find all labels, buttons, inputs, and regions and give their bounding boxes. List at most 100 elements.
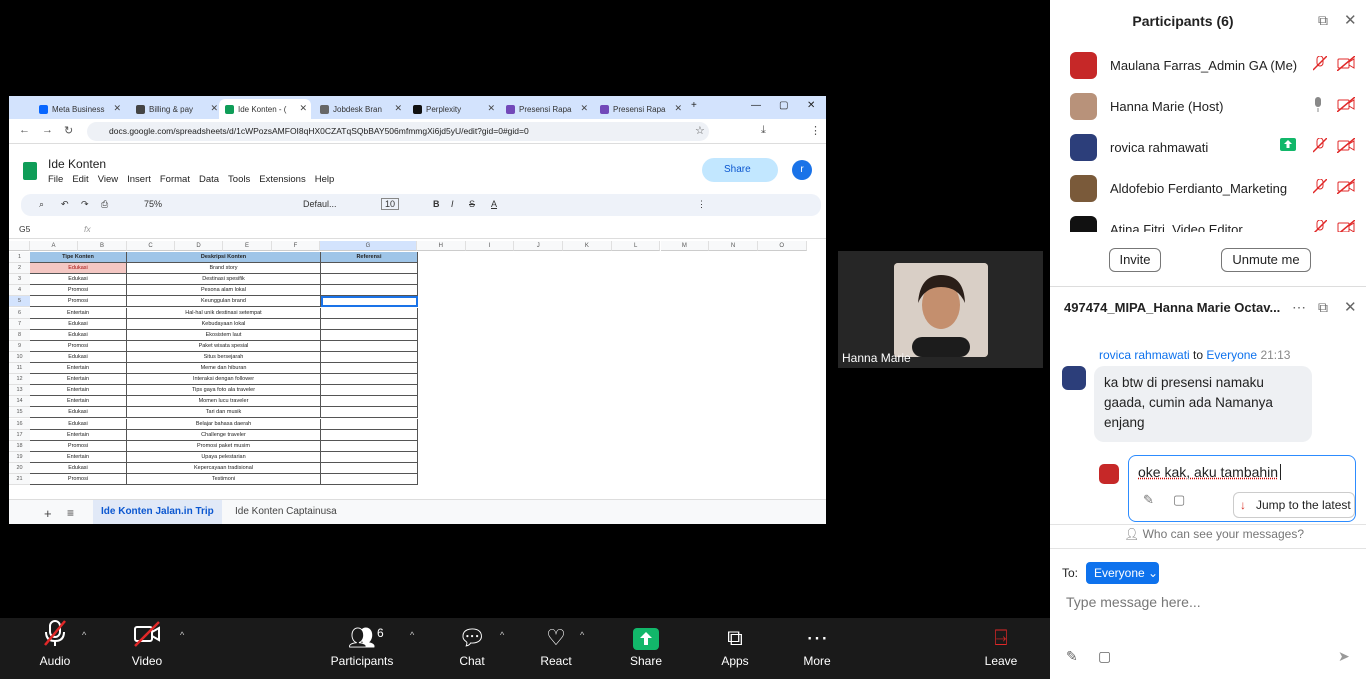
- referensi-cell[interactable]: [321, 407, 418, 419]
- reload-icon[interactable]: ↻: [64, 124, 73, 137]
- browser-tab[interactable]: Billing & pay ✕: [130, 99, 222, 119]
- account-avatar[interactable]: r: [792, 160, 812, 180]
- search-icon[interactable]: ⌕: [39, 199, 44, 210]
- video-button[interactable]: Video: [112, 618, 182, 679]
- attach-file-icon[interactable]: ▢: [1098, 648, 1111, 665]
- row-header[interactable]: 3: [9, 274, 30, 286]
- deskripsi-cell[interactable]: Meme dan hiburan: [127, 363, 321, 374]
- close-tab-icon[interactable]: ✕: [113, 103, 121, 114]
- row-header[interactable]: 14: [9, 396, 30, 408]
- referensi-cell[interactable]: [321, 462, 418, 474]
- deskripsi-cell[interactable]: Pesona alam lokal: [127, 285, 321, 297]
- close-tab-icon[interactable]: ✕: [580, 103, 588, 114]
- referensi-cell[interactable]: [321, 340, 418, 352]
- close-tab-icon[interactable]: ✕: [394, 103, 402, 114]
- who-can-see-link[interactable]: 👤︎ Who can see your messages?: [1124, 527, 1304, 541]
- all-sheets-icon[interactable]: ≡: [67, 506, 74, 520]
- row-header[interactable]: 6: [9, 307, 30, 319]
- name-box[interactable]: G5: [19, 224, 30, 234]
- tipe-cell[interactable]: Edukasi: [30, 351, 127, 363]
- row-header[interactable]: 17: [9, 429, 30, 441]
- unmute-me-button[interactable]: Unmute me: [1221, 248, 1311, 272]
- menu-tools[interactable]: Tools: [228, 174, 250, 185]
- share-button[interactable]: Share: [702, 158, 778, 182]
- minimize-icon[interactable]: —: [751, 100, 761, 111]
- deskripsi-cell[interactable]: Tari dan musik: [127, 407, 321, 419]
- referensi-cell[interactable]: [321, 318, 418, 330]
- send-icon[interactable]: ➤: [1338, 648, 1350, 665]
- deskripsi-cell[interactable]: Testimoni: [127, 474, 321, 485]
- deskripsi-cell[interactable]: Upaya pelestarian: [127, 451, 321, 463]
- column-header[interactable]: D: [175, 241, 223, 251]
- column-header[interactable]: A: [30, 241, 78, 251]
- deskripsi-cell[interactable]: Tips gaya foto ala traveler: [127, 385, 321, 397]
- tipe-cell[interactable]: Edukasi: [30, 318, 127, 330]
- referensi-cell[interactable]: [321, 451, 418, 463]
- chat-more-icon[interactable]: ⋯: [1292, 299, 1306, 316]
- row-header[interactable]: 5: [9, 296, 30, 308]
- file-icon[interactable]: ▢: [1173, 492, 1185, 508]
- browser-tab[interactable]: Perplexity ✕: [407, 99, 499, 119]
- react-button[interactable]: ♡ React: [521, 618, 591, 679]
- tipe-cell[interactable]: Edukasi: [30, 407, 127, 419]
- menu-extensions[interactable]: Extensions: [259, 174, 305, 185]
- referensi-cell[interactable]: [321, 440, 418, 452]
- row-header[interactable]: 13: [9, 385, 30, 397]
- row-header[interactable]: 18: [9, 440, 30, 452]
- close-tab-icon[interactable]: ✕: [674, 103, 682, 114]
- close-tab-icon[interactable]: ✕: [487, 103, 495, 114]
- url-field[interactable]: docs.google.com/spreadsheets/d/1cWPozsAM…: [87, 122, 709, 141]
- column-header[interactable]: K: [563, 241, 612, 251]
- tipe-cell[interactable]: Entertain: [30, 396, 127, 408]
- font-size-field[interactable]: 10: [381, 198, 400, 210]
- redo-icon[interactable]: ↷: [81, 199, 89, 210]
- jump-to-latest-button[interactable]: ↓ Jump to the latest: [1233, 492, 1355, 518]
- tipe-cell[interactable]: Promosi: [30, 474, 127, 485]
- row-header[interactable]: 9: [9, 340, 30, 352]
- column-header[interactable]: O: [757, 241, 807, 251]
- header-cell[interactable]: Tipe Konten: [30, 252, 127, 263]
- select-all-corner[interactable]: [9, 241, 30, 251]
- deskripsi-cell[interactable]: Promosi paket musim: [127, 440, 321, 452]
- tipe-cell[interactable]: Entertain: [30, 363, 127, 374]
- italic-icon[interactable]: I: [451, 199, 454, 209]
- tipe-cell[interactable]: Edukasi: [30, 263, 127, 275]
- referensi-cell[interactable]: [321, 307, 418, 319]
- close-chat-icon[interactable]: ✕: [1344, 298, 1357, 316]
- print-icon[interactable]: ⎙: [101, 199, 108, 210]
- sheet-tab-2[interactable]: Ide Konten Captainusa: [235, 506, 337, 517]
- bold-icon[interactable]: B: [433, 199, 440, 209]
- deskripsi-cell[interactable]: Momen lucu traveler: [127, 396, 321, 408]
- column-header[interactable]: G: [320, 241, 417, 251]
- popout-icon[interactable]: ⧉: [1318, 12, 1328, 29]
- leave-button[interactable]: ⍈ Leave: [966, 618, 1036, 679]
- deskripsi-cell[interactable]: Paket wisata spesial: [127, 340, 321, 352]
- audio-caret-icon[interactable]: ^: [82, 630, 86, 640]
- deskripsi-cell[interactable]: Situs bersejarah: [127, 351, 321, 363]
- column-header[interactable]: H: [417, 241, 466, 251]
- react-caret-icon[interactable]: ^: [580, 630, 584, 640]
- tipe-cell[interactable]: Edukasi: [30, 274, 127, 286]
- strikethrough-icon[interactable]: S: [469, 199, 475, 209]
- column-header[interactable]: J: [514, 241, 564, 251]
- add-sheet-icon[interactable]: +: [44, 506, 52, 521]
- referensi-cell[interactable]: [321, 363, 418, 374]
- referensi-cell[interactable]: [321, 351, 418, 363]
- zoom-select[interactable]: 75%: [144, 199, 162, 209]
- tipe-cell[interactable]: Entertain: [30, 429, 127, 441]
- new-tab-icon[interactable]: +: [691, 100, 697, 111]
- deskripsi-cell[interactable]: Keunggulan brand: [127, 296, 321, 308]
- close-tab-icon[interactable]: ✕: [299, 103, 307, 114]
- tipe-cell[interactable]: Entertain: [30, 385, 127, 397]
- row-header[interactable]: 2: [9, 263, 30, 275]
- more-tools-icon[interactable]: ⋮: [697, 199, 706, 210]
- menu-file[interactable]: File: [48, 174, 63, 185]
- menu-edit[interactable]: Edit: [72, 174, 88, 185]
- chat-caret-icon[interactable]: ^: [500, 630, 504, 640]
- column-header[interactable]: C: [127, 241, 175, 251]
- referensi-cell[interactable]: [321, 285, 418, 297]
- maximize-icon[interactable]: ▢: [779, 100, 788, 111]
- participant-row[interactable]: Hanna Marie (Host): [1070, 91, 1360, 121]
- menu-format[interactable]: Format: [160, 174, 190, 185]
- recipient-dropdown[interactable]: Everyone ⌄: [1086, 562, 1159, 584]
